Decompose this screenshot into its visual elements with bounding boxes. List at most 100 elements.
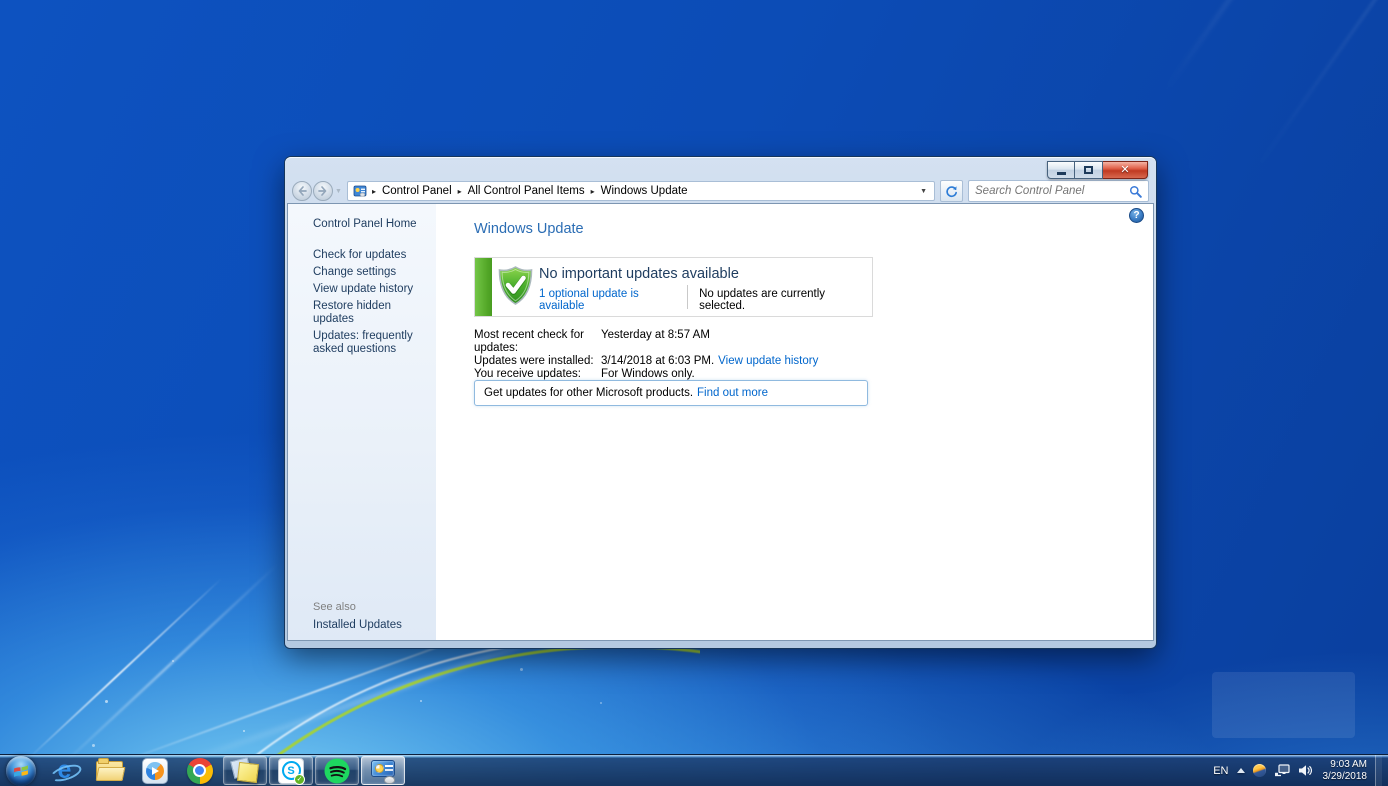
system-tray: EN 9:03 AM 3/29/2018: [1213, 754, 1388, 786]
security-shield-wrap: [492, 258, 539, 316]
wallpaper-sparkle: [243, 730, 245, 732]
detail-label: Updates were installed:: [474, 355, 594, 367]
control-panel-taskbar-icon: [370, 758, 397, 784]
language-indicator[interactable]: EN: [1213, 765, 1228, 777]
taskbar-item-control-panel[interactable]: [361, 756, 405, 785]
forward-arrow-icon: [318, 186, 327, 196]
taskbar-item-sticky-notes[interactable]: [223, 756, 267, 785]
breadcrumb-separator-icon: ▸: [371, 186, 376, 196]
sidebar: Control Panel Home Check for updates Cha…: [288, 204, 436, 640]
wallpaper-streak: [27, 577, 223, 760]
sidebar-item-view-update-history[interactable]: View update history: [288, 281, 436, 298]
detail-value: Yesterday at 8:57 AM: [601, 329, 710, 341]
start-button[interactable]: [0, 755, 42, 786]
windows-start-orb-icon: [6, 755, 36, 786]
wallpaper-sparkle: [600, 702, 602, 704]
sidebar-item-check-for-updates[interactable]: Check for updates: [288, 247, 436, 264]
close-button[interactable]: ✕: [1103, 161, 1148, 179]
shield-check-icon: [498, 266, 533, 305]
wallpaper-sparkle: [172, 660, 174, 662]
refresh-icon: [946, 185, 957, 197]
desktop[interactable]: ✕ ▼ ▸ Control Panel ▸ All Control Panel …: [0, 0, 1388, 786]
sidebar-item-change-settings[interactable]: Change settings: [288, 264, 436, 281]
taskbar-item-spotify[interactable]: [315, 756, 359, 785]
view-update-history-link[interactable]: View update history: [718, 355, 818, 368]
microsoft-update-promo: Get updates for other Microsoft products…: [474, 380, 868, 406]
clock[interactable]: 9:03 AM 3/29/2018: [1320, 759, 1368, 782]
taskbar-item-google-chrome[interactable]: [177, 755, 222, 786]
taskbar: ✓ EN: [0, 754, 1388, 786]
sidebar-item-installed-updates[interactable]: Installed Updates: [313, 619, 402, 631]
breadcrumb-item-all-items[interactable]: All Control Panel Items: [468, 185, 585, 197]
optional-update-link[interactable]: 1 optional update is available: [539, 288, 687, 312]
status-headline: No important updates available: [539, 266, 739, 282]
control-panel-icon: [353, 185, 367, 197]
wallpaper-sparkle: [92, 744, 95, 747]
status-text-column: No important updates available 1 optiona…: [539, 258, 872, 316]
breadcrumb-separator-icon: ▸: [590, 186, 595, 196]
address-bar[interactable]: ▸ Control Panel ▸ All Control Panel Item…: [346, 181, 935, 201]
taskbar-item-windows-media-player[interactable]: [132, 755, 177, 786]
spotify-icon: [324, 758, 350, 783]
back-button[interactable]: [292, 181, 312, 201]
sidebar-task-list: Check for updates Change settings View u…: [288, 247, 436, 358]
tray-app-icon[interactable]: [1252, 764, 1266, 777]
search-box[interactable]: [968, 180, 1149, 202]
sidebar-item-control-panel-home[interactable]: Control Panel Home: [288, 216, 436, 232]
show-desktop-button[interactable]: [1375, 754, 1382, 786]
taskbar-item-internet-explorer[interactable]: [42, 755, 87, 786]
window-titlebar[interactable]: ✕: [287, 157, 1154, 181]
window-caption-buttons: ✕: [1047, 161, 1148, 179]
sidebar-item-updates-faq[interactable]: Updates: frequently asked questions: [288, 328, 436, 358]
wallpaper-streak: [1163, 0, 1356, 93]
taskbar-item-windows-explorer[interactable]: [87, 755, 132, 786]
windows-flag-icon: [14, 764, 28, 777]
minimize-icon: [1056, 172, 1066, 175]
breadcrumb-item-windows-update[interactable]: Windows Update: [601, 185, 688, 197]
recent-pages-dropdown[interactable]: ▼: [335, 188, 342, 195]
wallpaper-sparkle: [520, 668, 523, 671]
sticky-notes-icon: [232, 758, 259, 784]
breadcrumb-item-control-panel[interactable]: Control Panel: [382, 185, 452, 197]
wallpaper-streak: [1254, 0, 1388, 172]
network-icon[interactable]: [1274, 764, 1290, 777]
skype-icon: ✓: [278, 757, 305, 785]
maximize-button[interactable]: [1075, 161, 1103, 179]
folder-icon: [96, 757, 123, 781]
volume-icon[interactable]: [1298, 764, 1312, 777]
update-details: Most recent check for updates: Yesterday…: [474, 329, 818, 381]
refresh-button[interactable]: [940, 180, 963, 202]
nav-history-buttons: ▼: [292, 181, 342, 201]
clock-time: 9:03 AM: [1330, 759, 1367, 770]
promo-text: Get updates for other Microsoft products…: [484, 387, 694, 399]
sidebar-item-restore-hidden-updates[interactable]: Restore hidden updates: [288, 298, 436, 328]
forward-button[interactable]: [313, 181, 333, 201]
page-title: Windows Update: [474, 221, 584, 237]
media-player-icon: [141, 757, 168, 784]
breadcrumb-separator-icon: ▸: [457, 186, 462, 196]
back-arrow-icon: [298, 186, 307, 196]
show-hidden-icons-button[interactable]: [1236, 768, 1245, 773]
search-input[interactable]: [975, 185, 1125, 197]
find-out-more-link[interactable]: Find out more: [697, 387, 768, 399]
address-dropdown-icon[interactable]: ▼: [920, 188, 929, 195]
see-also-header: See also: [313, 601, 356, 613]
detail-value: 3/14/2018 at 6:03 PM.: [601, 355, 715, 367]
detail-label: Most recent check for updates:: [474, 329, 584, 354]
taskbar-item-skype[interactable]: ✓: [269, 756, 313, 785]
minimize-button[interactable]: [1047, 161, 1075, 179]
detail-row-recent-check: Most recent check for updates: Yesterday…: [474, 329, 818, 355]
desktop-overlay-rect: [1212, 672, 1355, 738]
selection-note: No updates are currently selected.: [699, 288, 826, 312]
status-green-bar: [475, 258, 492, 316]
clock-date: 3/29/2018: [1322, 770, 1368, 782]
navigation-bar: ▼ ▸ Control Panel ▸ All Control Panel It…: [287, 180, 1154, 203]
maximize-icon: [1084, 166, 1093, 174]
breadcrumb: ▸ Control Panel ▸ All Control Panel Item…: [372, 185, 688, 197]
update-status-box: No important updates available 1 optiona…: [474, 257, 873, 317]
detail-row-installed: Updates were installed: 3/14/2018 at 6:0…: [474, 355, 818, 368]
help-icon[interactable]: ?: [1129, 208, 1144, 223]
close-icon: ✕: [1120, 163, 1130, 176]
wallpaper-streak: [57, 563, 279, 770]
wallpaper-sparkle: [105, 700, 108, 703]
